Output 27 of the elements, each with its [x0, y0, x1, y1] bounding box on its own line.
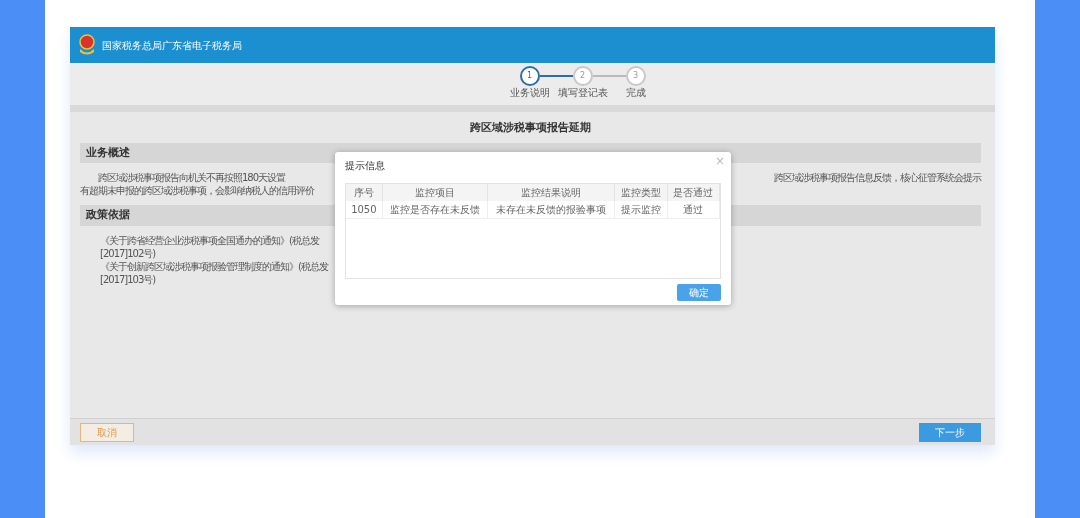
column-header: 监控结果说明 — [487, 184, 615, 201]
paragraph-text: 跨区域涉税事项报告信息反馈，核心征管系统会提示 — [774, 171, 981, 184]
table-cell: 通过 — [667, 201, 720, 219]
paragraph-text: 跨区域涉税事项报告向机关不再按照180天设置 — [98, 171, 286, 184]
policy-reference: 《关于跨省经营企业涉税事项全国通办的通知》(税总发[2017]102号) — [100, 233, 321, 260]
step-label: 业务说明 — [509, 87, 550, 99]
column-header: 监控类型 — [614, 184, 668, 201]
policy-reference: 《关于创新跨区域涉税事项报验管理制度的通知》(税总发[2017]103号) — [100, 259, 330, 286]
column-header: 序号 — [346, 184, 383, 201]
cancel-button[interactable]: 取消 — [80, 422, 134, 442]
table-cell: 1050 — [346, 201, 383, 219]
step-circle: 2 — [572, 66, 593, 86]
step-label: 填写登记表 — [557, 87, 608, 99]
column-header: 是否通过 — [667, 184, 720, 201]
table-cell: 提示监控 — [614, 201, 668, 219]
table-cell: 监控是否存在未反馈 — [382, 201, 488, 219]
step-label: 完成 — [625, 87, 646, 99]
step-circle: 1 — [519, 66, 540, 86]
table-cell: 未存在未反馈的报验事项 — [487, 201, 615, 219]
next-button[interactable]: 下一步 — [919, 422, 981, 442]
ok-button[interactable]: 确定 — [677, 284, 721, 301]
paragraph-text: 有超期未申报的跨区域涉税事项，会影响纳税人的信用评价 — [80, 184, 314, 197]
column-header: 监控项目 — [382, 184, 488, 201]
page-title: 跨区域涉税事项报告延期 — [469, 120, 592, 136]
header-title: 国家税务总局广东省电子税务局 — [102, 38, 242, 53]
emblem-icon — [78, 34, 96, 56]
step-circle: 3 — [625, 66, 646, 86]
